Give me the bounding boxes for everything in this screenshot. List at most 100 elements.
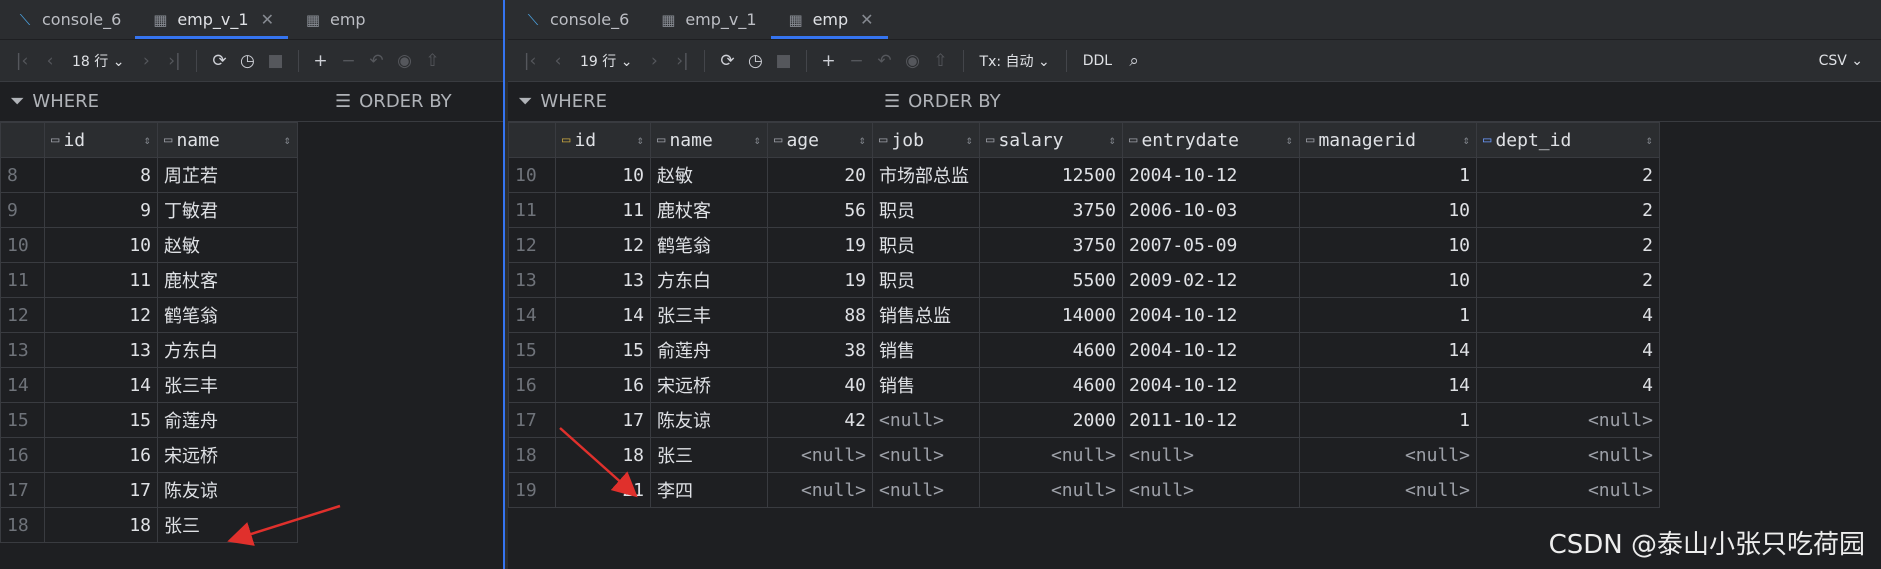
- table-row[interactable]: 17 17 陈友谅 42 <null> 2000 2011-10-12 1 <null>: [508, 402, 1660, 438]
- cell-salary[interactable]: 12500: [979, 157, 1123, 193]
- cell-managerid[interactable]: 10: [1299, 227, 1477, 263]
- sort-icon[interactable]: ⇕: [859, 133, 866, 147]
- cell-salary[interactable]: 3750: [979, 227, 1123, 263]
- tab-emp-v-1[interactable]: ▦ emp_v_1 ✕: [135, 0, 288, 39]
- cell-name[interactable]: 周芷若: [157, 157, 298, 193]
- order-by-filter[interactable]: ☰ ORDER BY: [335, 91, 452, 112]
- cell-name[interactable]: 赵敏: [650, 157, 768, 193]
- sort-icon[interactable]: ⇕: [284, 133, 291, 147]
- cell-job[interactable]: 职员: [872, 262, 980, 298]
- table-row[interactable]: 19 21 李四 <null> <null> <null> <null> <null> <nul…: [508, 472, 1660, 508]
- cell-id[interactable]: 18: [555, 437, 651, 473]
- refresh-icon[interactable]: ⟳: [207, 47, 231, 75]
- transaction-mode-dropdown[interactable]: Tx: 自动 ⌄: [974, 51, 1056, 71]
- close-icon[interactable]: ✕: [860, 10, 873, 29]
- cell-job[interactable]: 销售: [872, 332, 980, 368]
- cell-job[interactable]: 销售总监: [872, 297, 980, 333]
- cell-salary[interactable]: 5500: [979, 262, 1123, 298]
- cell-managerid[interactable]: <null>: [1299, 437, 1477, 473]
- cell-id[interactable]: 10: [44, 227, 158, 263]
- sort-icon[interactable]: ⇕: [1286, 133, 1293, 147]
- cell-name[interactable]: 张三丰: [650, 297, 768, 333]
- table-row[interactable]: 9 9 丁敏君: [0, 192, 298, 228]
- history-icon[interactable]: ◷: [743, 47, 767, 75]
- cell-job[interactable]: 职员: [872, 227, 980, 263]
- cell-age[interactable]: 40: [767, 367, 873, 403]
- cell-name[interactable]: 俞莲舟: [157, 402, 298, 438]
- cell-name[interactable]: 张三: [157, 507, 298, 543]
- column-header-managerid[interactable]: ▭ managerid ⇕: [1299, 122, 1477, 158]
- cell-id[interactable]: 15: [44, 402, 158, 438]
- cell-dept_id[interactable]: <null>: [1476, 402, 1660, 438]
- cell-dept_id[interactable]: 4: [1476, 297, 1660, 333]
- cell-entrydate[interactable]: 2004-10-12: [1122, 332, 1300, 368]
- last-page-icon[interactable]: ›|: [162, 47, 186, 75]
- table-row[interactable]: 14 14 张三丰: [0, 367, 298, 403]
- cell-id[interactable]: 21: [555, 472, 651, 508]
- sort-icon[interactable]: ⇕: [1463, 133, 1470, 147]
- search-icon[interactable]: ⌕: [1122, 47, 1146, 75]
- sort-icon[interactable]: ⇕: [1646, 133, 1653, 147]
- submit-icon[interactable]: ⇧: [421, 47, 445, 75]
- sort-icon[interactable]: ⇕: [1109, 133, 1116, 147]
- prev-page-icon[interactable]: ‹: [38, 47, 62, 75]
- add-row-icon[interactable]: +: [309, 47, 333, 75]
- table-row[interactable]: 8 8 周芷若: [0, 157, 298, 193]
- cell-job[interactable]: <null>: [872, 472, 980, 508]
- table-row[interactable]: 18 18 张三 <null> <null> <null> <null> <null> <nul…: [508, 437, 1660, 473]
- cell-job[interactable]: <null>: [872, 402, 980, 438]
- cell-name[interactable]: 李四: [650, 472, 768, 508]
- cell-id[interactable]: 17: [44, 472, 158, 508]
- cell-id[interactable]: 17: [555, 402, 651, 438]
- cell-name[interactable]: 鹿杖客: [157, 262, 298, 298]
- cell-id[interactable]: 12: [44, 297, 158, 333]
- column-header-name[interactable]: ▭ name ⇕: [157, 122, 298, 158]
- cell-managerid[interactable]: 10: [1299, 262, 1477, 298]
- cell-name[interactable]: 丁敏君: [157, 192, 298, 228]
- cell-name[interactable]: 宋远桥: [650, 367, 768, 403]
- table-row[interactable]: 15 15 俞莲舟: [0, 402, 298, 438]
- cell-age[interactable]: 20: [767, 157, 873, 193]
- cell-name[interactable]: 鹤笔翁: [650, 227, 768, 263]
- cell-name[interactable]: 鹤笔翁: [157, 297, 298, 333]
- cell-job[interactable]: 市场部总监: [872, 157, 980, 193]
- table-row[interactable]: 14 14 张三丰 88 销售总监 14000 2004-10-12 1 4: [508, 297, 1660, 333]
- column-header-salary[interactable]: ▭ salary ⇕: [979, 122, 1123, 158]
- cell-name[interactable]: 张三: [650, 437, 768, 473]
- cell-age[interactable]: 56: [767, 192, 873, 228]
- first-page-icon[interactable]: |‹: [518, 47, 542, 75]
- cell-name[interactable]: 陈友谅: [157, 472, 298, 508]
- row-count-dropdown[interactable]: 19 行 ⌄: [574, 51, 638, 71]
- column-header-dept_id[interactable]: ▭ dept_id ⇕: [1476, 122, 1660, 158]
- cell-salary[interactable]: 14000: [979, 297, 1123, 333]
- cell-entrydate[interactable]: 2006-10-03: [1122, 192, 1300, 228]
- add-row-icon[interactable]: +: [817, 47, 841, 75]
- column-header-id[interactable]: ▭ id ⇕: [555, 122, 651, 158]
- cell-id[interactable]: 16: [44, 437, 158, 473]
- cell-name[interactable]: 赵敏: [157, 227, 298, 263]
- revert-icon[interactable]: ↶: [873, 47, 897, 75]
- last-page-icon[interactable]: ›|: [670, 47, 694, 75]
- cell-managerid[interactable]: 1: [1299, 402, 1477, 438]
- cell-managerid[interactable]: <null>: [1299, 472, 1477, 508]
- sort-icon[interactable]: ⇕: [754, 133, 761, 147]
- cell-job[interactable]: <null>: [872, 437, 980, 473]
- table-row[interactable]: 13 13 方东白: [0, 332, 298, 368]
- where-filter[interactable]: ⏷ WHERE: [508, 91, 607, 112]
- next-page-icon[interactable]: ›: [134, 47, 158, 75]
- next-page-icon[interactable]: ›: [642, 47, 666, 75]
- cell-id[interactable]: 12: [555, 227, 651, 263]
- table-row[interactable]: 16 16 宋远桥 40 销售 4600 2004-10-12 14 4: [508, 367, 1660, 403]
- column-header-entrydate[interactable]: ▭ entrydate ⇕: [1122, 122, 1300, 158]
- sort-icon[interactable]: ⇕: [966, 133, 973, 147]
- delete-row-icon[interactable]: −: [845, 47, 869, 75]
- tab-emp[interactable]: ▦ emp: [288, 0, 380, 39]
- cell-id[interactable]: 11: [555, 192, 651, 228]
- cell-managerid[interactable]: 14: [1299, 367, 1477, 403]
- export-format-dropdown[interactable]: CSV ⌄: [1813, 53, 1869, 69]
- table-row[interactable]: 16 16 宋远桥: [0, 437, 298, 473]
- cell-entrydate[interactable]: 2011-10-12: [1122, 402, 1300, 438]
- tab-console-6[interactable]: ⟍ console_6: [508, 0, 643, 39]
- prev-page-icon[interactable]: ‹: [546, 47, 570, 75]
- cell-age[interactable]: 19: [767, 227, 873, 263]
